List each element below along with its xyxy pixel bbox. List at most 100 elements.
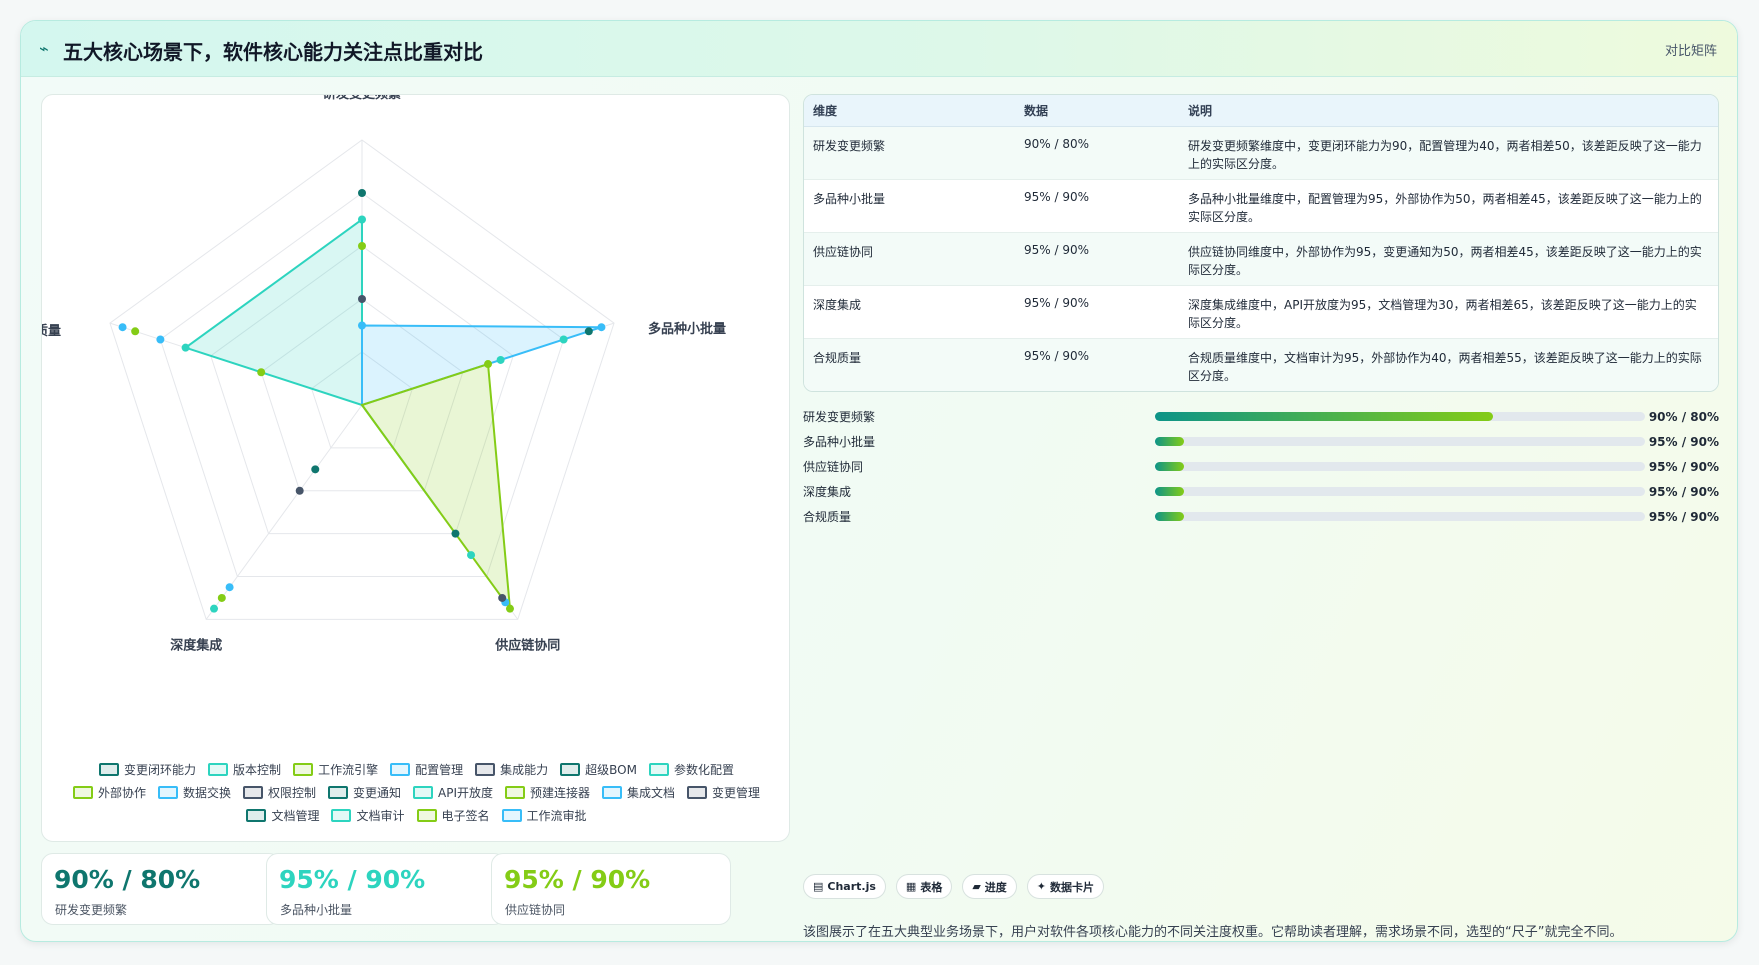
progress-track — [1155, 487, 1645, 496]
progress-track — [1155, 437, 1645, 446]
radar-point[interactable] — [210, 604, 219, 613]
table-row[interactable]: 研发变更频繁 90% / 80% 研发变更频繁维度中，变更闭环能力为90，配置管理为… — [804, 127, 1718, 180]
view-chip-0[interactable]: ▤ Chart.js — [803, 874, 886, 899]
legend-item[interactable]: 集成能力 — [475, 761, 548, 778]
legend-item[interactable]: 配置管理 — [390, 761, 463, 778]
progress-list: 研发变更频繁 90% / 80% 多品种小批量 95% / 90% 供应链协同 95% /… — [803, 404, 1719, 529]
col-header-desc[interactable]: 说明 — [1188, 102, 1718, 120]
legend-item[interactable]: 文档审计 — [331, 807, 405, 824]
table-icon: ▦ — [905, 880, 917, 893]
row-desc: 研发变更频繁维度中，变更闭环能力为90，配置管理为40，两者相差50，该差距反映… — [1188, 139, 1702, 171]
legend-swatch — [501, 809, 522, 822]
legend-swatch — [475, 763, 496, 776]
chip-label: 进度 — [984, 880, 1007, 894]
table-row[interactable]: 深度集成 95% / 90% 深度集成维度中，API开放度为95，文档管理为30，两… — [804, 286, 1718, 339]
legend-swatch — [687, 786, 708, 799]
legend-item[interactable]: 超级BOM — [560, 761, 637, 778]
radar-point[interactable] — [498, 593, 507, 602]
legend-item[interactable]: 变更闭环能力 — [99, 761, 196, 778]
col-header-dim[interactable]: 维度 — [804, 102, 1024, 119]
legend-item[interactable]: 数据交换 — [157, 784, 231, 801]
view-chip-1[interactable]: ▦ 表格 — [895, 874, 953, 899]
sparkle-icon: ✦ — [1036, 880, 1047, 893]
progress-fill — [1155, 462, 1185, 471]
chart-icon: ▤ — [813, 880, 824, 893]
legend-item[interactable]: 外部协作 — [72, 784, 146, 801]
legend-item[interactable]: 权限控制 — [242, 784, 316, 801]
legend-label: 预建连接器 — [530, 786, 591, 800]
legend-label: 数据交换 — [182, 786, 231, 800]
radar-point[interactable] — [131, 327, 140, 336]
legend-swatch — [505, 786, 525, 799]
row-data: 95% / 90% — [1024, 349, 1090, 363]
legend-label: 工作流引擎 — [318, 763, 379, 777]
table-row[interactable]: 合规质量 95% / 90% 合规质量维度中，文档审计为95，外部协作为40，两者相… — [804, 339, 1718, 391]
legend-item[interactable]: 参数化配置 — [648, 761, 734, 778]
kpi-value: 90% / 80% — [54, 865, 201, 894]
radar-point[interactable] — [496, 355, 505, 364]
radar-point[interactable] — [358, 321, 366, 330]
legend-item[interactable]: 变更通知 — [327, 784, 401, 801]
progress-row: 供应链协同 95% / 90% — [803, 454, 1719, 479]
legend-item[interactable]: 工作流引擎 — [293, 761, 378, 778]
legend-item[interactable]: API开放度 — [413, 784, 493, 801]
kpi-value: 95% / 90% — [279, 865, 426, 894]
legend-swatch — [327, 786, 348, 799]
radar-point[interactable] — [311, 465, 320, 474]
legend-item[interactable]: 文档管理 — [246, 807, 319, 824]
progress-value: 95% / 90% — [1648, 459, 1719, 474]
table-row[interactable]: 供应链协同 95% / 90% 供应链协同维度中，外部协作为95，变更通知为50，两… — [804, 233, 1718, 286]
legend-swatch — [390, 763, 411, 776]
radar-point[interactable] — [257, 368, 266, 377]
progress-label: 合规质量 — [803, 510, 852, 524]
radar-chart-panel: 研发变更频繁多品种小批量供应链协同 深度集成 合规质量 变更闭环能力 版本控制 工作流引… — [41, 94, 790, 842]
radar-point[interactable] — [358, 189, 366, 197]
legend-label: 变更管理 — [712, 786, 761, 800]
radar-point[interactable] — [358, 215, 366, 224]
kpi-card: 95% / 90% 多品种小批量 — [266, 853, 506, 925]
col-header-data[interactable]: 数据 — [1024, 102, 1188, 119]
legend-item[interactable]: 预建连接器 — [505, 784, 590, 801]
legend-swatch — [293, 763, 314, 776]
radar-point[interactable] — [295, 486, 304, 495]
footer-note: 该图展示了在五大典型业务场景下，用户对软件各项核心能力的不同关注度权重。它帮助读… — [803, 925, 1623, 940]
radar-point[interactable] — [358, 242, 366, 250]
radar-point[interactable] — [217, 593, 226, 602]
radar-point[interactable] — [181, 343, 190, 352]
legend-item[interactable]: 变更管理 — [687, 784, 760, 801]
axis-label: 深度集成 — [170, 637, 222, 653]
view-chip-2[interactable]: ▰ 进度 — [962, 874, 1017, 899]
kpi-caption: 研发变更频繁 — [55, 903, 128, 917]
legend-item[interactable]: 集成文档 — [602, 784, 675, 801]
progress-value: 95% / 90% — [1648, 509, 1719, 524]
table-row[interactable]: 多品种小批量 95% / 90% 多品种小批量维度中，配置管理为95，外部协作为50… — [804, 180, 1718, 233]
radar-point[interactable] — [467, 551, 476, 560]
radar-point[interactable] — [584, 327, 593, 336]
radar-point[interactable] — [559, 335, 568, 344]
radar-point[interactable] — [156, 335, 165, 344]
legend-label: 变更通知 — [352, 786, 401, 800]
legend-item[interactable]: 电子签名 — [416, 807, 490, 824]
progress-track — [1155, 512, 1645, 521]
radar-point[interactable] — [358, 295, 366, 303]
legend-swatch — [331, 809, 352, 822]
legend-label: 版本控制 — [233, 763, 282, 777]
radar-point[interactable] — [451, 529, 460, 538]
row-data: 95% / 90% — [1024, 190, 1090, 204]
radar-series-area — [360, 362, 512, 613]
progress-value: 95% / 90% — [1648, 434, 1719, 449]
legend-item[interactable]: 工作流审批 — [501, 807, 587, 824]
radar-chart: 研发变更频繁多品种小批量供应链协同 深度集成 合规质量 — [42, 95, 726, 653]
radar-point[interactable] — [484, 360, 493, 369]
view-chip-3[interactable]: ✦ 数据卡片 — [1026, 874, 1105, 899]
row-desc: 深度集成维度中，API开放度为95，文档管理为30，两者相差65，该差距反映了这… — [1188, 298, 1697, 330]
progress-label: 深度集成 — [803, 485, 852, 499]
legend-label: 文档审计 — [356, 809, 405, 823]
legend-item[interactable]: 版本控制 — [208, 761, 281, 778]
radar-point[interactable] — [505, 604, 514, 613]
radar-point[interactable] — [118, 323, 127, 332]
header-tag[interactable]: 对比矩阵 — [1665, 40, 1717, 59]
progress-label: 供应链协同 — [803, 460, 864, 474]
radar-point[interactable] — [597, 323, 606, 332]
radar-point[interactable] — [225, 583, 234, 592]
